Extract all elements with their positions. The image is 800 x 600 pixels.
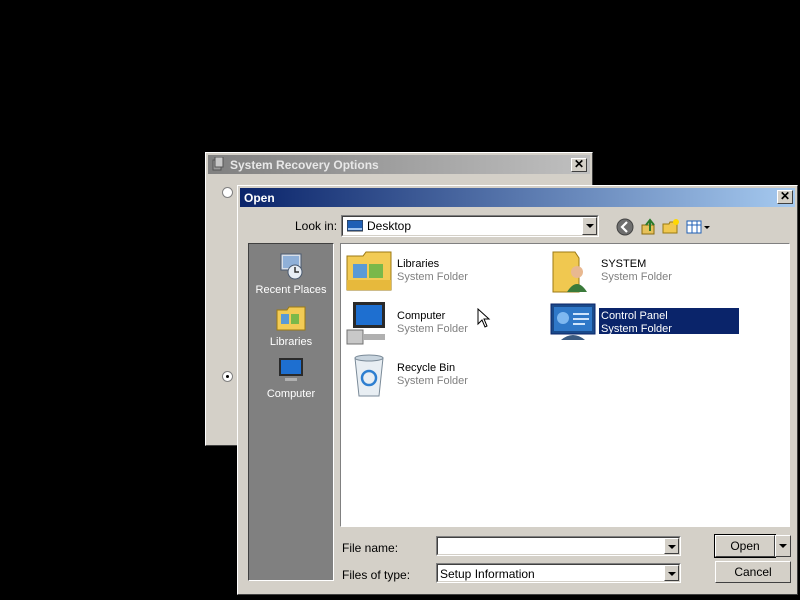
item-name: Recycle Bin: [397, 362, 456, 374]
place-label: Recent Places: [255, 284, 327, 296]
item-name: Libraries: [397, 258, 440, 270]
look-in-combo[interactable]: Desktop: [341, 215, 599, 237]
open-button-label: Open: [730, 539, 760, 553]
user-folder-icon: [552, 251, 587, 293]
open-dialog-titlebar[interactable]: Open ✕: [240, 188, 795, 207]
chevron-down-icon: [779, 544, 787, 548]
recovery-app-icon: [212, 157, 224, 171]
look-in-label: Look in:: [295, 219, 338, 233]
recovery-option-radio-2[interactable]: [222, 371, 233, 382]
look-in-value: Desktop: [367, 219, 412, 233]
mouse-cursor-icon: [477, 308, 491, 328]
place-label: Libraries: [269, 336, 313, 348]
open-button[interactable]: Open: [714, 534, 776, 558]
place-recent-places[interactable]: Recent Places: [249, 250, 333, 296]
places-bar: Recent Places Libraries Computer: [248, 243, 334, 581]
file-list[interactable]: Libraries System Folder SYSTEM System Fo…: [340, 243, 790, 527]
close-icon: ✕: [573, 157, 585, 171]
item-name: Computer: [397, 310, 446, 322]
look-in-dropdown-arrow[interactable]: [582, 217, 597, 235]
sro-title: System Recovery Options: [230, 158, 379, 172]
cancel-button[interactable]: Cancel: [715, 561, 791, 583]
file-name-label: File name:: [342, 541, 399, 555]
open-dialog-title: Open: [244, 191, 275, 205]
item-name: Control Panel: [601, 310, 668, 322]
list-item-libraries[interactable]: Libraries System Folder: [345, 248, 535, 294]
item-name: SYSTEM: [601, 258, 647, 270]
recent-places-icon: [280, 253, 303, 280]
recovery-option-radio-1[interactable]: [222, 187, 233, 198]
files-of-type-value: Setup Information: [440, 567, 535, 581]
list-item-recycle-bin[interactable]: Recycle Bin System Folder: [345, 352, 535, 398]
place-label: Computer: [266, 388, 316, 400]
up-folder-icon[interactable]: [639, 217, 659, 237]
cancel-button-label: Cancel: [734, 565, 772, 579]
files-of-type-label: Files of type:: [342, 568, 411, 582]
list-item-control-panel[interactable]: Control Panel System Folder: [549, 300, 749, 346]
file-name-combo[interactable]: [436, 536, 681, 556]
item-type: System Folder: [397, 375, 468, 387]
place-computer[interactable]: Computer: [249, 354, 333, 400]
close-icon: ✕: [779, 189, 791, 203]
computer-icon: [346, 302, 385, 345]
desktop-icon: [347, 220, 363, 232]
view-menu-icon[interactable]: [685, 217, 711, 237]
files-of-type-dropdown-arrow[interactable]: [664, 565, 679, 581]
libraries-folder-icon: [346, 251, 392, 291]
libraries-icon: [276, 306, 306, 331]
sro-close-button[interactable]: ✕: [571, 158, 587, 172]
open-dialog-close-button[interactable]: ✕: [777, 190, 793, 204]
place-libraries[interactable]: Libraries: [249, 302, 333, 348]
recycle-bin-icon: [354, 354, 384, 397]
item-type: System Folder: [601, 271, 672, 283]
list-item-computer[interactable]: Computer System Folder: [345, 300, 535, 346]
item-type: System Folder: [601, 323, 672, 335]
item-type: System Folder: [397, 323, 468, 335]
open-options-button[interactable]: [775, 535, 791, 557]
open-dialog: Open ✕ Look in: Desktop Recent Places Li…: [237, 185, 798, 595]
files-of-type-combo[interactable]: Setup Information: [436, 563, 681, 583]
file-name-dropdown-arrow[interactable]: [664, 538, 679, 554]
back-icon[interactable]: [615, 217, 635, 237]
computer-icon: [279, 358, 303, 381]
list-item-system[interactable]: SYSTEM System Folder: [549, 248, 739, 294]
sro-titlebar[interactable]: System Recovery Options ✕: [208, 155, 590, 174]
item-type: System Folder: [397, 271, 468, 283]
new-folder-icon[interactable]: [661, 217, 681, 237]
control-panel-icon: [550, 303, 596, 340]
